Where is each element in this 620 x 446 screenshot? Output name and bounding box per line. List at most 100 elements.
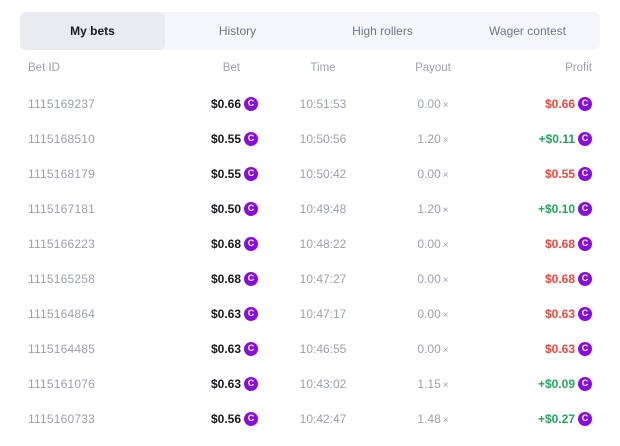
bet-id: 1115169237 — [28, 97, 178, 111]
coin-icon: C — [244, 412, 258, 426]
column-header-payout: Payout — [388, 62, 478, 74]
tab-wager-contest[interactable]: Wager contest — [455, 12, 600, 50]
bet-id: 1115165258 — [28, 272, 178, 286]
payout-cell: 1.15× — [388, 377, 478, 391]
payout-cell: 1.20× — [388, 202, 478, 216]
column-header-bet-id: Bet ID — [28, 62, 178, 74]
bet-id: 1115164485 — [28, 342, 178, 356]
payout-mult-sign: × — [443, 170, 449, 181]
bet-cell: $0.63 C — [178, 342, 258, 356]
tab-high-rollers[interactable]: High rollers — [310, 12, 455, 50]
profit-amount: $0.63 — [545, 342, 575, 356]
bet-id: 1115160733 — [28, 412, 178, 426]
bet-cell: $0.63 C — [178, 377, 258, 391]
table-row[interactable]: 1115164864 $0.63 C 10:47:17 0.00× $0.63 … — [20, 296, 600, 331]
bet-cell: $0.68 C — [178, 272, 258, 286]
bet-time: 10:47:17 — [258, 307, 388, 321]
bet-time: 10:51:53 — [258, 97, 388, 111]
bet-cell: $0.66 C — [178, 97, 258, 111]
profit-cell: $0.63 C — [478, 307, 592, 321]
profit-cell: +$0.27 C — [478, 412, 592, 426]
payout-mult-sign: × — [443, 135, 449, 146]
bet-time: 10:50:56 — [258, 132, 388, 146]
tab-my-bets[interactable]: My bets — [20, 12, 165, 50]
bet-amount: $0.55 — [211, 167, 241, 181]
bets-tab-bar: My bets History High rollers Wager conte… — [20, 12, 600, 50]
bet-amount: $0.66 — [211, 97, 241, 111]
coin-icon: C — [578, 412, 592, 426]
coin-icon: C — [578, 237, 592, 251]
coin-icon: C — [244, 272, 258, 286]
profit-amount: +$0.09 — [538, 377, 575, 391]
table-row[interactable]: 1115169237 $0.66 C 10:51:53 0.00× $0.66 … — [20, 86, 600, 121]
profit-cell: +$0.11 C — [478, 132, 592, 146]
profit-cell: $0.68 C — [478, 237, 592, 251]
coin-icon: C — [244, 132, 258, 146]
table-row[interactable]: 1115167181 $0.50 C 10:49:48 1.20× +$0.10… — [20, 191, 600, 226]
bet-id: 1115168179 — [28, 167, 178, 181]
payout-value: 1.48 — [417, 412, 440, 426]
profit-amount: +$0.10 — [538, 202, 575, 216]
payout-value: 0.00 — [417, 307, 440, 321]
coin-icon: C — [578, 342, 592, 356]
table-row[interactable]: 1115166223 $0.68 C 10:48:22 0.00× $0.68 … — [20, 226, 600, 261]
payout-mult-sign: × — [443, 310, 449, 321]
profit-cell: $0.63 C — [478, 342, 592, 356]
table-row[interactable]: 1115161076 $0.63 C 10:43:02 1.15× +$0.09… — [20, 366, 600, 401]
payout-value: 1.15 — [417, 377, 440, 391]
bet-amount: $0.68 — [211, 237, 241, 251]
payout-value: 0.00 — [417, 272, 440, 286]
table-row[interactable]: 1115165258 $0.68 C 10:47:27 0.00× $0.68 … — [20, 261, 600, 296]
bet-cell: $0.63 C — [178, 307, 258, 321]
coin-icon: C — [578, 202, 592, 216]
profit-cell: +$0.09 C — [478, 377, 592, 391]
payout-cell: 0.00× — [388, 272, 478, 286]
coin-icon: C — [244, 167, 258, 181]
payout-cell: 1.20× — [388, 132, 478, 146]
payout-cell: 0.00× — [388, 97, 478, 111]
payout-mult-sign: × — [443, 380, 449, 391]
bet-cell: $0.50 C — [178, 202, 258, 216]
tab-history[interactable]: History — [165, 12, 310, 50]
column-header-time: Time — [258, 62, 388, 74]
coin-icon: C — [244, 342, 258, 356]
payout-mult-sign: × — [443, 100, 449, 111]
profit-amount: $0.68 — [545, 272, 575, 286]
coin-icon: C — [578, 272, 592, 286]
profit-amount: +$0.11 — [539, 132, 575, 146]
payout-mult-sign: × — [443, 240, 449, 251]
bet-time: 10:42:47 — [258, 412, 388, 426]
profit-amount: $0.63 — [545, 307, 575, 321]
table-header-row: Bet ID Bet Time Payout Profit — [20, 50, 600, 86]
coin-icon: C — [244, 97, 258, 111]
bet-time: 10:47:27 — [258, 272, 388, 286]
bet-cell: $0.68 C — [178, 237, 258, 251]
table-row[interactable]: 1115164485 $0.63 C 10:46:55 0.00× $0.63 … — [20, 331, 600, 366]
coin-icon: C — [578, 377, 592, 391]
coin-icon: C — [244, 307, 258, 321]
bets-panel: My bets History High rollers Wager conte… — [20, 12, 600, 436]
coin-icon: C — [578, 307, 592, 321]
coin-icon: C — [578, 97, 592, 111]
payout-value: 1.20 — [417, 202, 440, 216]
table-row[interactable]: 1115160733 $0.56 C 10:42:47 1.48× +$0.27… — [20, 401, 600, 436]
payout-mult-sign: × — [443, 275, 449, 286]
bet-id: 1115166223 — [28, 237, 178, 251]
payout-cell: 0.00× — [388, 342, 478, 356]
profit-amount: $0.55 — [545, 167, 575, 181]
table-row[interactable]: 1115168179 $0.55 C 10:50:42 0.00× $0.55 … — [20, 156, 600, 191]
payout-value: 0.00 — [417, 167, 440, 181]
coin-icon: C — [578, 132, 592, 146]
profit-cell: +$0.10 C — [478, 202, 592, 216]
bet-id: 1115164864 — [28, 307, 178, 321]
bet-amount: $0.63 — [211, 342, 241, 356]
profit-amount: $0.66 — [545, 97, 575, 111]
payout-mult-sign: × — [443, 415, 449, 426]
bet-time: 10:48:22 — [258, 237, 388, 251]
bet-time: 10:43:02 — [258, 377, 388, 391]
bet-amount: $0.56 — [211, 412, 241, 426]
column-header-bet: Bet — [178, 62, 258, 74]
bet-cell: $0.55 C — [178, 132, 258, 146]
payout-value: 1.20 — [417, 132, 440, 146]
table-row[interactable]: 1115168510 $0.55 C 10:50:56 1.20× +$0.11… — [20, 121, 600, 156]
